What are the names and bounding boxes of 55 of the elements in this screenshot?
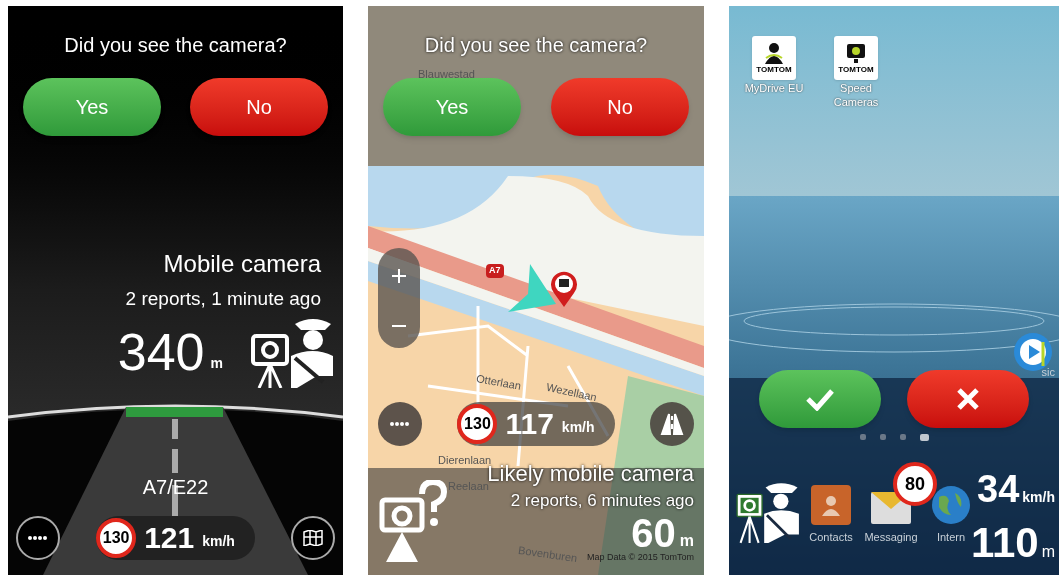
yes-button[interactable]: Yes	[23, 78, 161, 136]
brand-logo-text: TOMTOM	[838, 66, 874, 74]
current-speed: 121	[144, 522, 195, 553]
question-text: Did you see the camera?	[423, 33, 649, 58]
current-speed: 34	[977, 470, 1020, 508]
camera-question-icon	[378, 480, 448, 562]
alert-title: Mobile camera	[163, 249, 321, 279]
music-player-icon	[1013, 331, 1055, 374]
close-icon	[956, 386, 980, 411]
dock-label: Intern	[936, 529, 966, 545]
distance-value: 60	[631, 513, 676, 553]
speed-unit: km/h	[561, 418, 595, 437]
road-shield: A7	[486, 264, 504, 278]
globe-icon	[931, 484, 971, 525]
more-icon	[389, 421, 411, 427]
distance-unit: m	[1041, 542, 1055, 562]
dock-label: Contacts	[809, 529, 853, 545]
contacts-icon	[811, 484, 851, 525]
map-icon	[303, 529, 323, 546]
app-label: sic	[1041, 364, 1055, 380]
road-icon	[660, 412, 684, 436]
dock-label: Messaging	[864, 529, 918, 545]
brand-logo-text: TOMTOM	[756, 66, 792, 74]
more-icon	[27, 534, 49, 541]
alert-subtitle: 2 reports, 6 minutes ago	[510, 489, 694, 512]
speed-limit-sign: 130	[457, 404, 498, 444]
camera-pin-icon	[550, 271, 578, 307]
distance-unit: m	[679, 531, 694, 551]
current-speed: 117	[505, 409, 554, 439]
driver-icon	[763, 42, 785, 64]
zoom-control[interactable]	[378, 248, 420, 348]
street-label: Otterlaan	[474, 371, 523, 394]
speed-limit-sign: 130	[96, 517, 137, 558]
app-label: Speed Cameras	[832, 82, 880, 110]
app-label: MyDrive EU	[744, 82, 804, 96]
zoom-out-icon	[391, 324, 407, 328]
distance-value: 340	[117, 325, 205, 378]
speed-unit: km/h	[202, 531, 235, 551]
position-arrow-icon	[508, 264, 558, 314]
no-button[interactable]: No	[190, 78, 328, 136]
alert-subtitle: 2 reports, 1 minute ago	[125, 287, 321, 311]
zoom-in-icon	[391, 268, 407, 284]
distance-unit: m	[210, 353, 223, 373]
speed-unit: km/h	[1022, 488, 1055, 507]
street-label: Wezellaan	[544, 379, 599, 406]
question-text: Did you see the camera?	[63, 33, 288, 58]
road-name: A7/E22	[141, 474, 210, 500]
app-icon[interactable]: TOMTOM	[752, 36, 796, 80]
no-button[interactable]: No	[551, 78, 689, 136]
street-label: Dierenlaan	[438, 453, 492, 466]
camera-icon	[845, 42, 867, 64]
distance-value: 110	[970, 522, 1039, 564]
yes-button[interactable]: Yes	[383, 78, 521, 136]
map-attribution: Map Data © 2015 TomTom	[587, 553, 694, 562]
app-icon[interactable]: TOMTOM	[834, 36, 878, 80]
